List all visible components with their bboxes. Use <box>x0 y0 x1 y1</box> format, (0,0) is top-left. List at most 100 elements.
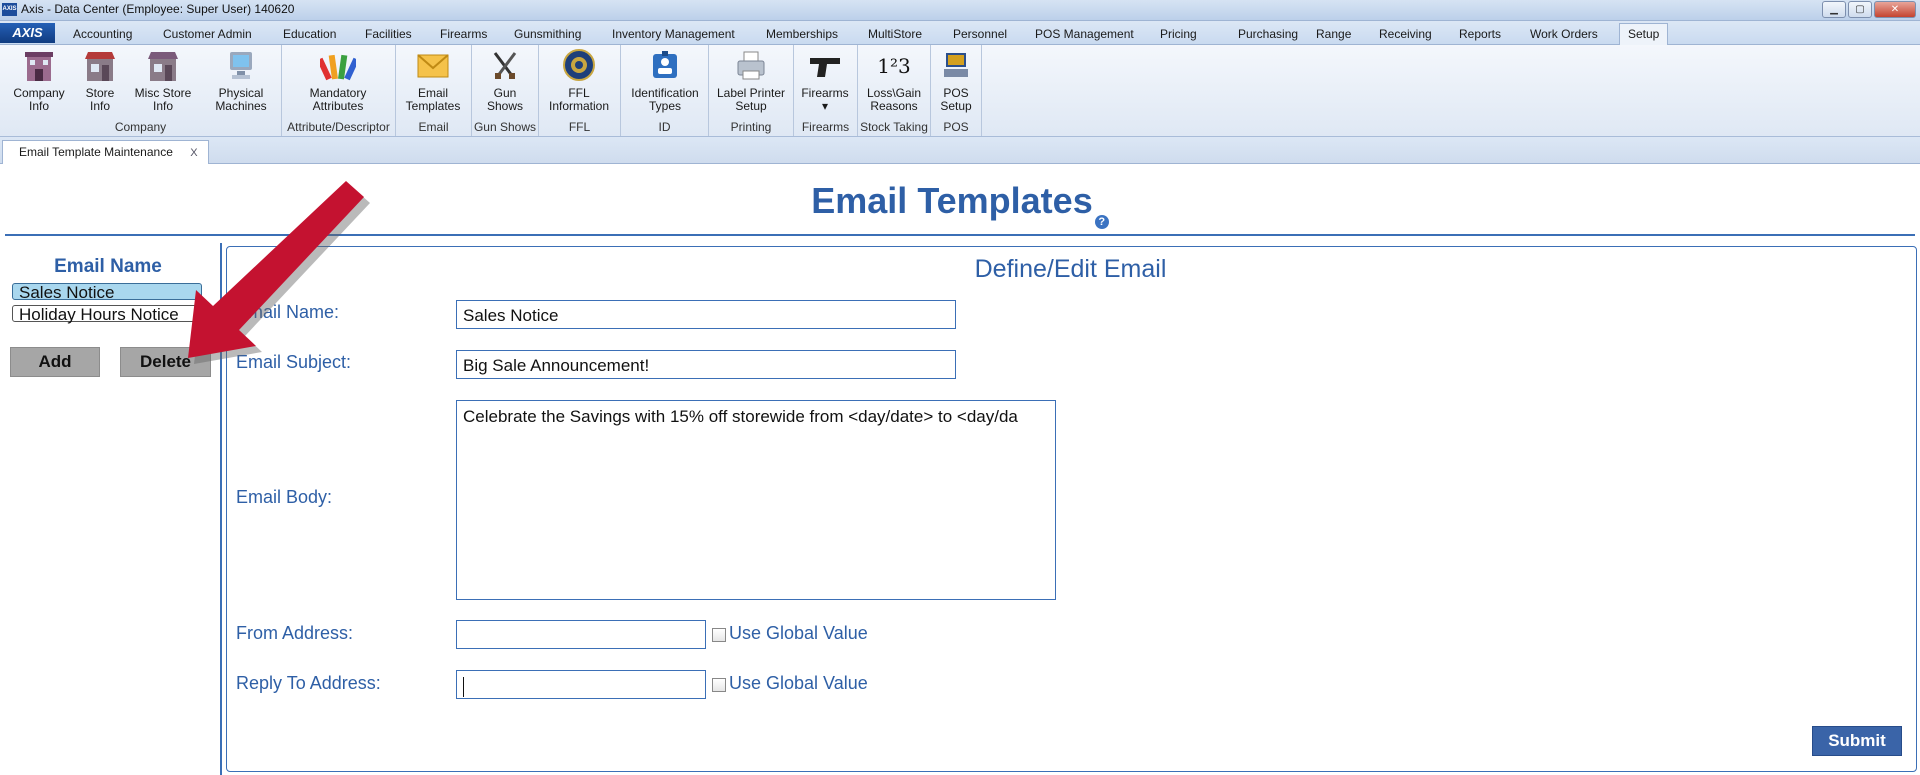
misc-store-icon <box>148 52 178 81</box>
email-name-list-header: Email Name <box>54 256 162 277</box>
menu-tab-memberships[interactable]: Memberships <box>766 24 838 44</box>
from-use-global-label: Use Global Value <box>729 623 868 643</box>
document-tab-strip: Email Template Maintenance X <box>0 137 1920 164</box>
reply-to-address-label: Reply To Address: <box>236 673 381 693</box>
ffl-information-button[interactable]: FFL Information <box>544 49 614 113</box>
ribbon-group-label: ID <box>658 120 671 134</box>
window-controls: ▁ ▢ ✕ <box>1822 1 1916 18</box>
minimize-button[interactable]: ▁ <box>1822 1 1846 18</box>
seal-icon <box>563 49 595 81</box>
menu-tab-setup[interactable]: Setup <box>1619 23 1669 46</box>
close-tab-icon[interactable]: X <box>190 147 197 159</box>
ribbon-group-gun-shows: Gun Shows Gun Shows <box>472 45 539 136</box>
menu-bar: AXIS Accounting Customer Admin Education… <box>0 21 1920 46</box>
ribbon-toolbar: Company Info Store Info Misc Store Info <box>0 45 1920 137</box>
ribbon-group-stock-taking: 1²3 Loss\Gain Reasons Stock Taking <box>858 45 931 136</box>
email-templates-button[interactable]: Email Templates <box>405 49 461 113</box>
window-title-bar: AXIS Axis - Data Center (Employee: Super… <box>0 0 1920 21</box>
from-address-label: From Address: <box>236 623 354 643</box>
menu-tab-facilities[interactable]: Facilities <box>365 24 412 44</box>
ribbon-group-label: POS <box>943 120 969 134</box>
company-info-button[interactable]: Company Info <box>10 49 68 113</box>
from-address-field[interactable] <box>456 620 706 649</box>
store-info-button[interactable]: Store Info <box>80 49 120 113</box>
identification-types-button[interactable]: Identification Types <box>627 49 703 113</box>
id-card-icon <box>653 51 677 78</box>
add-button[interactable]: Add <box>10 347 100 377</box>
envelope-icon <box>417 54 449 78</box>
page-title: Email Templates? <box>0 180 1920 229</box>
submit-button[interactable]: Submit <box>1812 726 1902 756</box>
menu-tab-purchasing[interactable]: Purchasing <box>1238 24 1298 44</box>
numbers-icon: 1²3 <box>877 54 911 78</box>
company-icon <box>25 52 53 81</box>
tab-label: Email Template Maintenance <box>19 145 173 159</box>
menu-tab-firearms[interactable]: Firearms <box>440 24 487 44</box>
printer-icon <box>737 51 765 80</box>
axis-logo[interactable]: AXIS <box>0 23 55 43</box>
label-printer-setup-button[interactable]: Label Printer Setup <box>716 49 786 113</box>
menu-tab-pos-management[interactable]: POS Management <box>1035 24 1134 44</box>
email-list-item-sales-notice[interactable]: Sales Notice <box>12 283 202 301</box>
menu-tab-work-orders[interactable]: Work Orders <box>1530 24 1598 44</box>
email-subject-field[interactable]: Big Sale Announcement! <box>456 350 956 379</box>
computer-icon <box>230 52 252 79</box>
ribbon-group-label: Stock Taking <box>860 120 928 134</box>
ribbon-group-label: Printing <box>730 120 772 134</box>
physical-machines-button[interactable]: Physical Machines <box>212 49 270 113</box>
menu-tab-customer-admin[interactable]: Customer Admin <box>163 24 252 44</box>
email-body-textarea[interactable]: Celebrate the Savings with 15% off store… <box>456 400 1056 600</box>
crossed-guns-icon <box>493 52 517 79</box>
ribbon-group-pos: POS Setup POS <box>931 45 982 136</box>
color-fan-icon <box>320 54 356 81</box>
window-title: Axis - Data Center (Employee: Super User… <box>21 2 295 16</box>
ribbon-group-ffl: FFL Information FFL <box>539 45 621 136</box>
menu-tab-accounting[interactable]: Accounting <box>73 24 132 44</box>
menu-tab-reports[interactable]: Reports <box>1459 24 1501 44</box>
ribbon-group-label: Attribute/Descriptor <box>287 120 390 134</box>
menu-tab-personnel[interactable]: Personnel <box>953 24 1007 44</box>
delete-button[interactable]: Delete <box>120 347 211 377</box>
menu-tab-education[interactable]: Education <box>283 24 336 44</box>
ribbon-group-firearms: Firearms ▾ Firearms <box>794 45 858 136</box>
close-window-button[interactable]: ✕ <box>1874 1 1916 18</box>
reply-use-global-label: Use Global Value <box>729 673 868 693</box>
help-icon[interactable]: ? <box>1094 215 1109 229</box>
pos-setup-button[interactable]: POS Setup <box>937 49 975 113</box>
reply-use-global-checkbox[interactable] <box>712 678 726 692</box>
ribbon-group-printing: Label Printer Setup Printing <box>709 45 794 136</box>
email-body-label: Email Body: <box>236 487 333 507</box>
ribbon-group-attribute: Mandatory Attributes Attribute/Descripto… <box>282 45 396 136</box>
email-list-item-holiday-hours-notice[interactable]: Holiday Hours Notice <box>12 305 202 323</box>
panel-divider <box>220 243 222 775</box>
pos-terminal-icon <box>944 53 968 77</box>
maximize-button[interactable]: ▢ <box>1848 1 1872 18</box>
menu-tab-inventory-management[interactable]: Inventory Management <box>612 24 735 44</box>
text-cursor <box>463 676 464 697</box>
menu-tab-multistore[interactable]: MultiStore <box>868 24 922 44</box>
firearms-dropdown-button[interactable]: Firearms ▾ <box>800 49 850 113</box>
ribbon-group-company: Company Info Store Info Misc Store Info <box>0 45 282 136</box>
define-edit-email-title: Define/Edit Email <box>974 255 1167 283</box>
ribbon-group-label: Firearms <box>801 120 850 134</box>
email-name-field[interactable]: Sales Notice <box>456 300 956 329</box>
email-name-label: Email Name: <box>236 302 340 322</box>
ribbon-group-label: FFL <box>568 120 591 134</box>
ribbon-group-label: Gun Shows <box>473 120 537 134</box>
gun-shows-button[interactable]: Gun Shows <box>485 49 525 113</box>
menu-tab-range[interactable]: Range <box>1316 24 1351 44</box>
loss-gain-reasons-button[interactable]: 1²3 Loss\Gain Reasons <box>864 49 924 113</box>
reply-to-address-field[interactable] <box>456 670 706 699</box>
mandatory-attributes-button[interactable]: Mandatory Attributes <box>308 49 368 113</box>
app-icon: AXIS <box>2 3 17 16</box>
tab-email-template-maintenance[interactable]: Email Template Maintenance X <box>2 140 209 164</box>
from-use-global-checkbox[interactable] <box>712 628 726 642</box>
title-divider <box>5 234 1915 236</box>
pistol-icon <box>810 58 840 77</box>
menu-tab-gunsmithing[interactable]: Gunsmithing <box>514 24 581 44</box>
misc-store-info-button[interactable]: Misc Store Info <box>133 49 193 113</box>
ribbon-group-email: Email Templates Email <box>396 45 472 136</box>
menu-tab-receiving[interactable]: Receiving <box>1379 24 1432 44</box>
store-icon <box>85 52 115 81</box>
menu-tab-pricing[interactable]: Pricing <box>1160 24 1197 44</box>
